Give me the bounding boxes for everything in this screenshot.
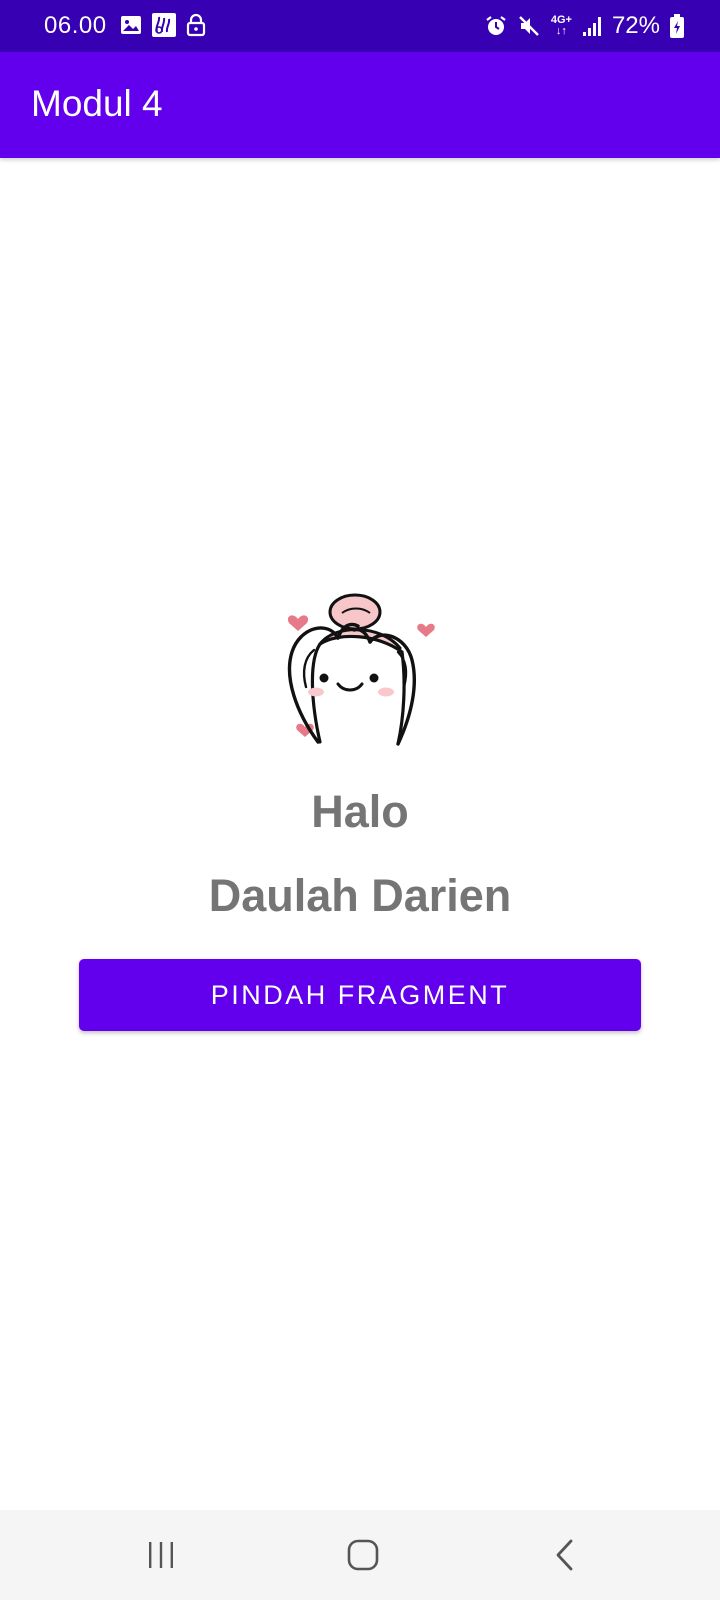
heart-icon: [417, 623, 435, 637]
back-button[interactable]: [515, 1510, 615, 1600]
app-title: Modul 4: [31, 83, 163, 124]
heart-icon: [287, 615, 309, 631]
battery-charging-icon: [670, 14, 684, 38]
pindah-fragment-button[interactable]: PINDAH FRAGMENT: [79, 959, 641, 1031]
app-notification-icon: [152, 13, 176, 37]
app-bar: Modul 4: [0, 52, 720, 158]
back-icon: [556, 1539, 573, 1571]
status-left-icons: [120, 12, 206, 38]
name-text: Daulah Darien: [208, 870, 512, 921]
battery-percentage: 72%: [611, 12, 660, 39]
navigation-bar: [0, 1510, 720, 1600]
home-icon: [347, 1539, 379, 1571]
network-4g-icon: 4G+ ↓↑: [551, 15, 572, 37]
alarm-icon: [486, 16, 506, 35]
gallery-icon: [121, 16, 141, 34]
mute-icon: [518, 16, 539, 36]
status-right-icons: 4G+ ↓↑ 72%: [485, 11, 684, 41]
screen: 06.00 4G+ ↓↑ 72% Modul 4 Halo Daulah Dar…: [0, 0, 720, 1600]
greeting-text: Halo: [311, 786, 409, 837]
data-arrows: ↓↑: [555, 25, 567, 37]
status-time: 06.00: [44, 12, 107, 39]
status-bar: 06.00 4G+ ↓↑ 72%: [0, 0, 720, 52]
home-button[interactable]: [313, 1510, 413, 1600]
signal-icon: [582, 17, 601, 36]
recent-apps-button[interactable]: [111, 1510, 211, 1600]
recent-apps-icon: [149, 1542, 173, 1568]
lock-icon: [186, 13, 206, 37]
sticker-image: [287, 593, 435, 746]
